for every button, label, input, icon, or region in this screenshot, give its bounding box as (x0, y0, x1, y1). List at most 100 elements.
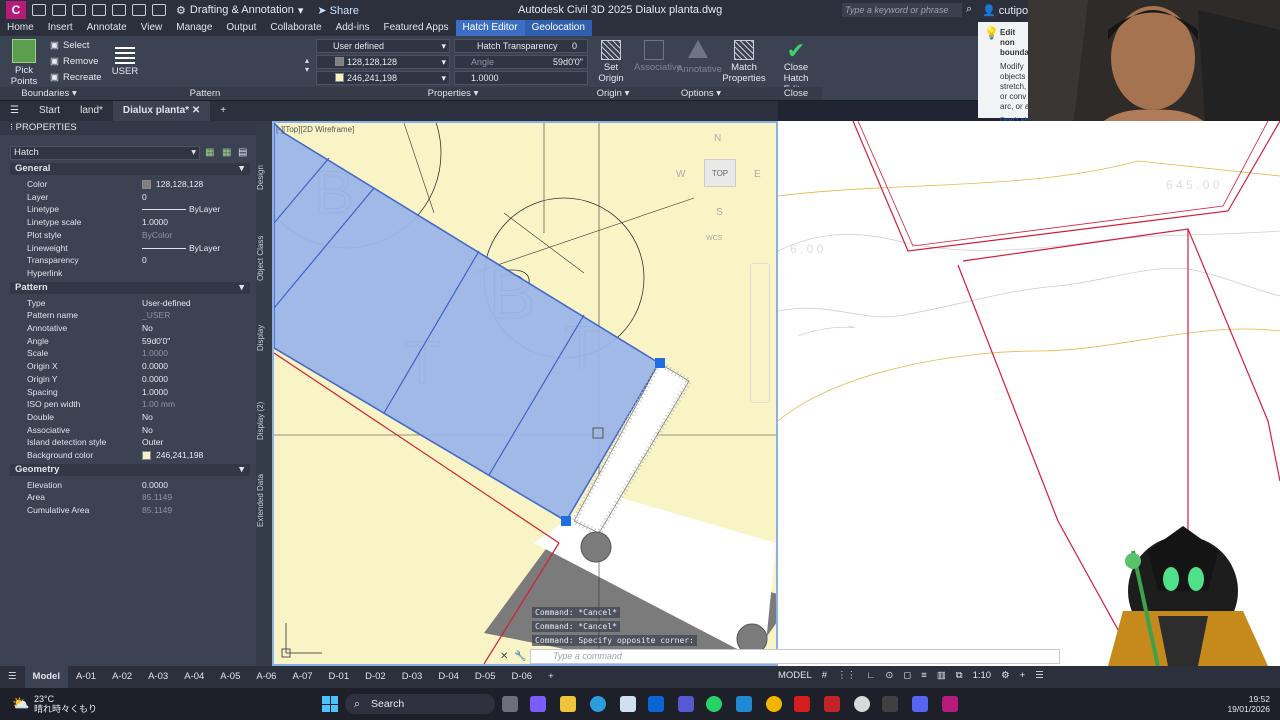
tab-view[interactable]: View (134, 20, 170, 36)
vtab-design[interactable]: Design (256, 163, 272, 193)
edge-icon[interactable] (590, 696, 606, 712)
pattern-scroll-icon[interactable]: ▴ ▾ (305, 56, 309, 74)
viewcube-east[interactable]: E (754, 169, 761, 180)
layouts-menu-icon[interactable]: ☰ (0, 666, 25, 688)
hatch-transparency-field[interactable]: Hatch Transparency 0 (454, 39, 588, 53)
weather-icon[interactable]: ⛅ (12, 695, 29, 712)
property-row[interactable]: Cumulative Area 85.1149 (10, 504, 250, 517)
origin-panel-title[interactable]: Origin ▾ (594, 87, 632, 100)
angle-field[interactable]: Angle 59d0'0" (454, 55, 588, 69)
vtab-display-2[interactable]: Display (2) (256, 399, 272, 443)
viewport-controls[interactable]: [-][Top][2D Wireframe] (276, 125, 354, 134)
workspace-gear-icon[interactable]: ⚙ (1001, 670, 1010, 681)
tab-featured-apps[interactable]: Featured Apps (376, 20, 455, 36)
clock[interactable]: 19:52 19/01/2026 (1222, 694, 1270, 714)
outlook-icon[interactable] (648, 696, 664, 712)
layout-tab[interactable]: A-04 (176, 666, 212, 688)
property-row[interactable]: Hyperlink (10, 267, 250, 280)
file-tab-land[interactable]: land* (70, 101, 113, 121)
add-layout-button[interactable]: + (540, 666, 562, 688)
property-row[interactable]: Pattern name _USER (10, 309, 250, 322)
quick-select-icon[interactable]: ▦ (205, 147, 214, 158)
tab-geolocation[interactable]: Geolocation (524, 20, 592, 36)
teams-icon[interactable] (678, 696, 694, 712)
drawing-canvas[interactable]: B B T T (274, 123, 776, 664)
osnap-icon[interactable]: ◻ (903, 670, 911, 681)
navigation-bar[interactable] (750, 263, 770, 403)
vtab-extended-data[interactable]: Extended Data (256, 471, 272, 531)
layout-tab[interactable]: A-03 (140, 666, 176, 688)
viewcube-top[interactable]: TOP (704, 159, 736, 187)
redo-icon[interactable] (152, 4, 166, 16)
property-row[interactable]: Lineweight ByLayer (10, 242, 250, 255)
property-row[interactable]: Transparency 0 (10, 254, 250, 267)
property-row[interactable]: Spacing 1.0000 (10, 386, 250, 399)
layout-tab[interactable]: D-05 (467, 666, 504, 688)
taskbar-search[interactable]: ⌕ Search (345, 694, 495, 714)
menu-icon[interactable]: ☰ (0, 101, 29, 121)
object-type-select[interactable]: Hatch ▾ (10, 146, 200, 160)
task-view-icon[interactable] (502, 696, 518, 712)
viewcube-north[interactable]: N (714, 133, 721, 144)
properties-panel-title[interactable]: Properties ▾ (312, 87, 594, 100)
civil3d-icon[interactable] (942, 696, 958, 712)
save-as-icon[interactable] (92, 4, 106, 16)
wcs-menu[interactable]: WCS (706, 235, 722, 242)
close-command-line-icon[interactable]: ✕ (500, 651, 508, 662)
model-drawing[interactable]: 6 4 5 . 0 0 6 . 0 0 (778, 121, 1280, 666)
property-row[interactable]: Color 128,128,128 (10, 178, 250, 191)
property-row[interactable]: Background color 246,241,198 (10, 449, 250, 462)
search-input[interactable]: Type a keyword or phrase (842, 3, 962, 17)
polar-icon[interactable]: ⊙ (885, 670, 893, 681)
layout-tab-model[interactable]: Model (24, 666, 68, 688)
property-row[interactable]: Angle 59d0'0" (10, 335, 250, 348)
tab-add-ins[interactable]: Add-ins (329, 20, 377, 36)
match-properties-button[interactable]: Match Properties (722, 40, 766, 84)
layout-tab[interactable]: A-06 (248, 666, 284, 688)
boundaries-panel-title[interactable]: Boundaries ▾ (0, 87, 98, 100)
associative-button[interactable]: Associative (634, 40, 682, 73)
property-row[interactable]: Layer 0 (10, 191, 250, 204)
select-objects-icon[interactable]: ▦ (222, 147, 231, 158)
windows-start-icon[interactable] (322, 696, 338, 712)
layout-tab[interactable]: D-06 (504, 666, 541, 688)
property-row[interactable]: Annotative No (10, 322, 250, 335)
dialux-icon[interactable] (882, 696, 898, 712)
layout-tab[interactable]: A-01 (68, 666, 104, 688)
layout-tab[interactable]: A-07 (284, 666, 320, 688)
layout-tab[interactable]: D-04 (430, 666, 467, 688)
tab-manage[interactable]: Manage (169, 20, 219, 36)
property-row[interactable]: Island detection style Outer (10, 436, 250, 449)
layout-tab[interactable]: D-02 (357, 666, 394, 688)
layout-tab[interactable]: A-02 (104, 666, 140, 688)
property-row[interactable]: Associative No (10, 424, 250, 437)
selection-cycling-icon[interactable]: ⧉ (956, 670, 963, 681)
discord-icon[interactable] (912, 696, 928, 712)
pick-points-button[interactable]: Pick Points (4, 39, 44, 87)
property-row[interactable]: Plot style ByColor (10, 229, 250, 242)
property-row[interactable]: Double No (10, 411, 250, 424)
layout-tab[interactable]: D-03 (394, 666, 431, 688)
hatch-color-select[interactable]: 128,128,128 ▾ (316, 55, 450, 69)
model-space-view[interactable]: 6 4 5 . 0 0 6 . 0 0 (778, 121, 1280, 666)
tab-home[interactable]: Home (0, 20, 41, 36)
property-row[interactable]: ISO pen width 1.00 mm (10, 398, 250, 411)
property-row[interactable]: Elevation 0.0000 (10, 479, 250, 492)
save-icon[interactable] (72, 4, 86, 16)
property-row[interactable]: Area 85.1149 (10, 491, 250, 504)
vtab-object-class[interactable]: Object Class (256, 233, 272, 283)
model-space-toggle[interactable]: MODEL (778, 670, 812, 681)
property-row[interactable]: Origin Y 0.0000 (10, 373, 250, 386)
store-icon[interactable] (620, 696, 636, 712)
remove-button[interactable]: ▣ Remove (50, 56, 98, 67)
snap-icon[interactable]: ⋮⋮ (837, 670, 856, 681)
copilot-icon[interactable] (530, 696, 546, 712)
tab-output[interactable]: Output (219, 20, 263, 36)
section-geometry[interactable]: Geometry ▾ (10, 463, 250, 476)
background-color-select[interactable]: 246,241,198 ▾ (316, 71, 450, 85)
tab-hatch-editor[interactable]: Hatch Editor (455, 20, 525, 36)
file-tab-start[interactable]: Start (29, 101, 70, 121)
vtab-display[interactable]: Display (256, 321, 272, 355)
share-button[interactable]: ➤ Share (317, 4, 359, 17)
settings-icon[interactable] (854, 696, 870, 712)
